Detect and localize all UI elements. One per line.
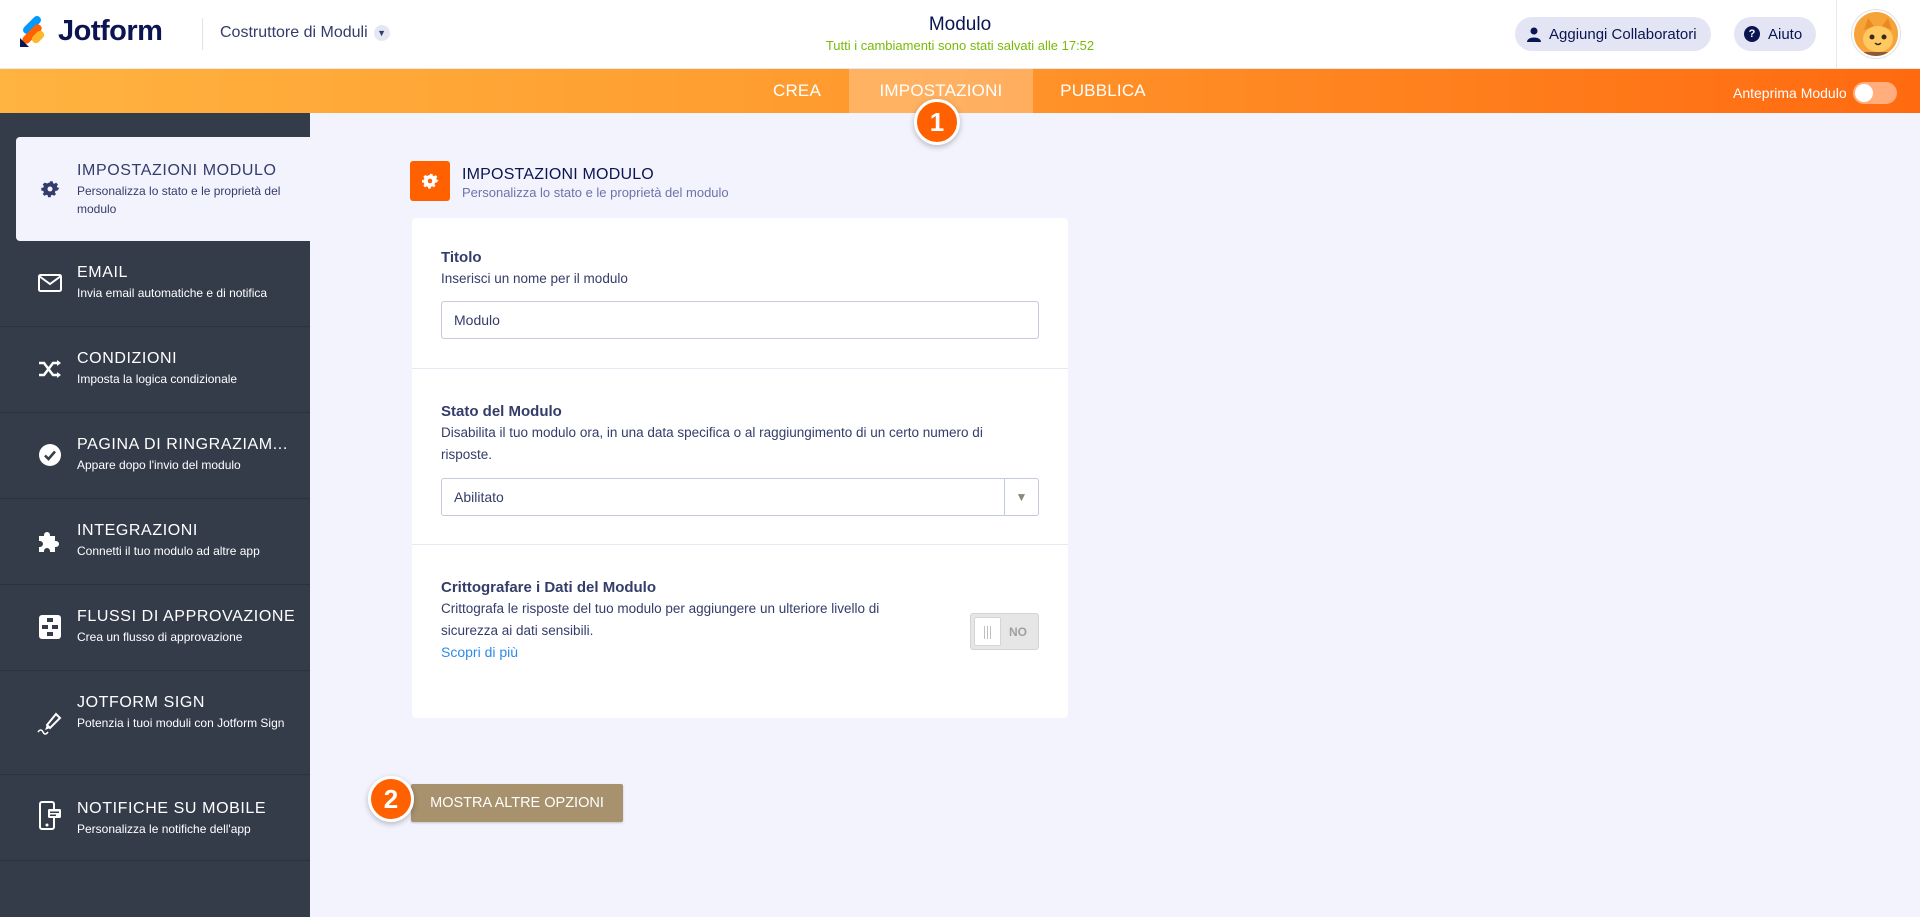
sidebar-item-approval-flows[interactable]: FLUSSI DI APPROVAZIONE Crea un flusso di… <box>0 585 310 671</box>
add-collaborators-button[interactable]: Aggiungi Collaboratori <box>1515 17 1711 51</box>
pen-icon <box>37 709 63 735</box>
sidebar-item-subtitle: Personalizza le notifiche dell'app <box>77 822 251 836</box>
help-label: Aiuto <box>1768 25 1803 43</box>
sidebar-item-subtitle: Appare dopo l'invio del modulo <box>77 458 241 472</box>
sidebar-item-subtitle: Personalizza lo stato e le proprietà del… <box>77 184 281 216</box>
help-button[interactable]: ? Aiuto <box>1734 17 1817 51</box>
gear-icon <box>410 161 450 201</box>
sidebar-item-title: CONDIZIONI <box>77 350 178 367</box>
top-bar: Jotform Costruttore di Moduli ▼ Modulo T… <box>0 0 1920 69</box>
form-status-value: Abilitato <box>454 489 504 505</box>
section-title: IMPOSTAZIONI MODULO <box>462 166 654 183</box>
step-badge-2: 2 <box>368 776 414 822</box>
title-setting: Titolo Inserisci un nome per il modulo M… <box>412 218 1068 369</box>
envelope-icon <box>37 270 63 296</box>
check-circle-icon <box>37 442 63 468</box>
puzzle-icon <box>37 529 63 555</box>
sidebar-item-title: INTEGRAZIONI <box>77 522 198 539</box>
form-status-description: Disabilita il tuo modulo ora, in una dat… <box>441 425 983 462</box>
sidebar-item-title: NOTIFICHE SU MOBILE <box>77 800 267 817</box>
sidebar-item-title: PAGINA DI RINGRAZIAM... <box>77 436 288 453</box>
sidebar-item-jotform-sign[interactable]: JOTFORM SIGN Potenzia i tuoi moduli con … <box>0 671 310 775</box>
sidebar-item-title: FLUSSI DI APPROVAZIONE <box>77 608 296 625</box>
sidebar-item-subtitle: Crea un flusso di approvazione <box>77 630 243 644</box>
sidebar-item-subtitle: Invia email automatiche e di notifica <box>77 286 268 300</box>
encrypt-toggle[interactable]: NO <box>970 613 1039 650</box>
preview-form-label: Anteprima Modulo <box>1733 85 1847 101</box>
tab-crea[interactable]: CREA <box>755 69 839 113</box>
title-description: Inserisci un nome per il modulo <box>441 271 628 286</box>
toggle-knob <box>974 617 1001 646</box>
shuffle-icon <box>37 356 63 382</box>
gear-icon <box>37 176 63 202</box>
help-icon: ? <box>1744 26 1760 42</box>
step-badge-1: 1 <box>914 99 960 145</box>
show-more-options-button[interactable]: MOSTRA ALTRE OPZIONI <box>411 784 623 822</box>
sidebar-item-subtitle: Imposta la logica condizionale <box>77 372 238 386</box>
tab-pubblica[interactable]: PUBBLICA <box>1043 69 1163 113</box>
section-subtitle: Personalizza lo stato e le proprietà del… <box>462 185 729 200</box>
settings-card: Titolo Inserisci un nome per il modulo M… <box>412 218 1068 718</box>
title-label: Titolo <box>441 249 482 266</box>
settings-sidebar: IMPOSTAZIONI MODULO Personalizza lo stat… <box>0 113 310 917</box>
form-status-select[interactable]: Abilitato ▼ <box>441 478 1039 516</box>
encrypt-description: Crittografa le risposte del tuo modulo p… <box>441 601 880 638</box>
user-icon <box>1527 27 1541 42</box>
sidebar-item-thank-you-page[interactable]: PAGINA DI RINGRAZIAM... Appare dopo l'in… <box>0 413 310 499</box>
sidebar-item-mobile-notifications[interactable]: NOTIFICHE SU MOBILE Personalizza le noti… <box>0 775 310 861</box>
preview-toggle-switch[interactable] <box>1852 82 1897 104</box>
encrypt-label: Crittografare i Dati del Modulo <box>441 579 657 596</box>
flow-icon <box>37 614 63 640</box>
caret-down-icon: ▼ <box>1004 479 1038 515</box>
sidebar-item-title: EMAIL <box>77 264 129 281</box>
sidebar-item-subtitle: Potenzia i tuoi moduli con Jotform Sign <box>77 716 285 730</box>
mobile-icon <box>37 801 63 830</box>
sidebar-item-title: IMPOSTAZIONI MODULO <box>77 162 277 179</box>
sidebar-item-title: JOTFORM SIGN <box>77 694 206 711</box>
sidebar-item-email[interactable]: EMAIL Invia email automatiche e di notif… <box>0 241 310 327</box>
form-status-label: Stato del Modulo <box>441 403 562 420</box>
encrypt-toggle-label: NO <box>1009 625 1027 639</box>
main-nav: CREA IMPOSTAZIONI PUBBLICA Anteprima Mod… <box>0 69 1920 113</box>
learn-more-link[interactable]: Scopri di più <box>441 644 518 660</box>
avatar-divider <box>1836 0 1837 69</box>
sidebar-item-integrations[interactable]: INTEGRAZIONI Connetti il tuo modulo ad a… <box>0 499 310 585</box>
title-input[interactable]: Modulo <box>441 301 1039 339</box>
add-collaborators-label: Aggiungi Collaboratori <box>1549 25 1697 43</box>
avatar[interactable] <box>1852 10 1900 58</box>
sidebar-item-form-settings[interactable]: IMPOSTAZIONI MODULO Personalizza lo stat… <box>16 137 310 241</box>
sidebar-item-conditions[interactable]: CONDIZIONI Imposta la logica condizional… <box>0 327 310 413</box>
preview-form-toggle[interactable]: Anteprima Modulo <box>1733 82 1897 104</box>
form-status-setting: Stato del Modulo Disabilita il tuo modul… <box>412 369 1068 545</box>
sidebar-item-subtitle: Connetti il tuo modulo ad altre app <box>77 544 260 558</box>
